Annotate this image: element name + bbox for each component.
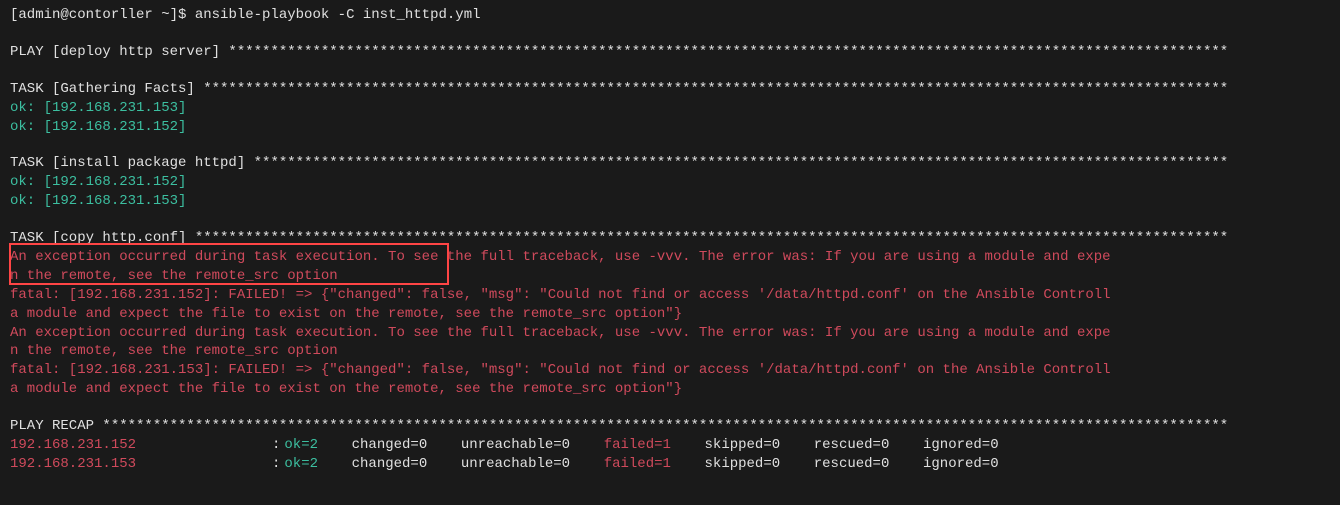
recap-row: 192.168.231.152 : ok=2 changed=0 unreach… [10, 436, 1330, 455]
ok-host-line: ok: [192.168.231.152] [10, 118, 1330, 137]
recap-changed: changed=0 [352, 436, 428, 455]
recap-ignored: ignored=0 [923, 436, 999, 455]
recap-pad [570, 436, 604, 455]
recap-failed: failed=1 [604, 436, 671, 455]
recap-skipped: skipped=0 [705, 436, 781, 455]
fatal-line: fatal: [192.168.231.153]: FAILED! => {"c… [10, 361, 1330, 380]
command-text: ansible-playbook -C inst_httpd.yml [195, 7, 481, 23]
recap-pad [671, 436, 705, 455]
recap-pad [427, 455, 461, 474]
recap-skipped: skipped=0 [705, 455, 781, 474]
task-copy-conf: TASK [copy http.conf] ******************… [10, 229, 1330, 248]
recap-changed: changed=0 [352, 455, 428, 474]
recap-colon: : [272, 436, 280, 455]
recap-pad [671, 455, 705, 474]
recap-pad [318, 436, 352, 455]
recap-row: 192.168.231.153 : ok=2 changed=0 unreach… [10, 455, 1330, 474]
recap-rescued: rescued=0 [814, 436, 890, 455]
shell-prompt: [admin@contorller ~]$ [10, 7, 195, 23]
recap-unreachable: unreachable=0 [461, 436, 570, 455]
exception-line: n the remote, see the remote_src option [10, 267, 1330, 286]
fatal-line: a module and expect the file to exist on… [10, 305, 1330, 324]
recap-pad [780, 436, 814, 455]
recap-host: 192.168.231.153 [10, 455, 272, 474]
recap-pad [780, 455, 814, 474]
recap-pad [889, 455, 923, 474]
recap-pad [427, 436, 461, 455]
ok-host-line: ok: [192.168.231.152] [10, 173, 1330, 192]
recap-pad [318, 455, 352, 474]
recap-host: 192.168.231.152 [10, 436, 272, 455]
prompt-line: [admin@contorller ~]$ ansible-playbook -… [10, 6, 1330, 25]
recap-ignored: ignored=0 [923, 455, 999, 474]
recap-failed: failed=1 [604, 455, 671, 474]
task-install-package: TASK [install package httpd] ***********… [10, 154, 1330, 173]
task-gathering-facts: TASK [Gathering Facts] *****************… [10, 80, 1330, 99]
recap-ok: ok=2 [284, 436, 318, 455]
exception-line: An exception occurred during task execut… [10, 324, 1330, 343]
recap-ok: ok=2 [284, 455, 318, 474]
recap-colon: : [272, 455, 280, 474]
fatal-line: fatal: [192.168.231.152]: FAILED! => {"c… [10, 286, 1330, 305]
exception-line: n the remote, see the remote_src option [10, 342, 1330, 361]
recap-rescued: rescued=0 [814, 455, 890, 474]
recap-unreachable: unreachable=0 [461, 455, 570, 474]
exception-line: An exception occurred during task execut… [10, 248, 1330, 267]
fatal-line: a module and expect the file to exist on… [10, 380, 1330, 399]
play-header: PLAY [deploy http server] **************… [10, 43, 1330, 62]
recap-pad [889, 436, 923, 455]
ok-host-line: ok: [192.168.231.153] [10, 99, 1330, 118]
ok-host-line: ok: [192.168.231.153] [10, 192, 1330, 211]
play-recap-header: PLAY RECAP *****************************… [10, 417, 1330, 436]
recap-pad [570, 455, 604, 474]
